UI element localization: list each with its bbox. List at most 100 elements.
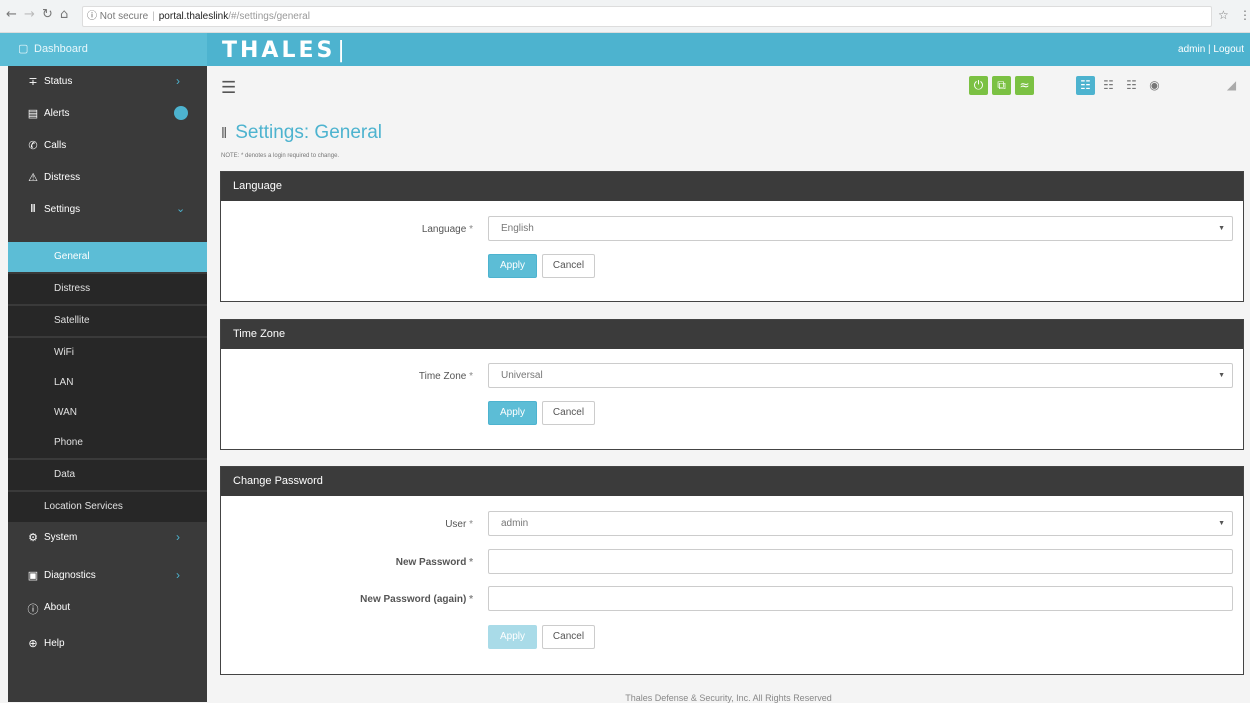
sidebar-item-calls[interactable]: ✆ Calls [8, 130, 207, 162]
sidebar: ∓ Status › ▤ Alerts ✆ Calls ⚠ Distress ‖… [8, 66, 207, 702]
password-apply-button[interactable]: Apply [488, 625, 537, 649]
user-label: User * [303, 519, 473, 530]
dashboard-link[interactable]: ▢ Dashboard [0, 33, 207, 66]
chevron-right-icon: › [176, 530, 180, 544]
sidebar-item-label: Distress [44, 172, 81, 183]
password-cancel-button[interactable]: Cancel [542, 625, 595, 649]
signal-strength-icon: ◢ [1226, 78, 1237, 92]
dashboard-label: Dashboard [34, 43, 88, 55]
chevron-right-icon: › [176, 74, 180, 88]
bookmark-star-icon[interactable]: ☆ [1218, 8, 1229, 22]
sidebar-item-help[interactable]: ⊕ Help [8, 628, 207, 660]
columns-icon: ‖ [30, 203, 36, 215]
language-label-text: Language [421, 224, 467, 235]
phone-icon: ✆ [28, 140, 38, 152]
caret-down-icon: ▼ [1218, 372, 1225, 379]
timezone-select[interactable]: Universal ▼ [488, 363, 1233, 388]
language-apply-button[interactable]: Apply [488, 254, 537, 278]
new-password-again-label: New Password (again) * [303, 594, 473, 605]
globe-status-icon[interactable]: ◉ [1145, 76, 1164, 95]
toolbox-icon: ▣ [27, 570, 39, 582]
sidebar-subitem-lan[interactable]: LAN [8, 368, 207, 398]
language-panel: Language Language * English ▼ Apply Canc… [220, 171, 1244, 302]
sidebar-item-status[interactable]: ∓ Status › [8, 66, 207, 98]
reload-icon[interactable]: ↻ [42, 7, 53, 22]
sidebar-subitem-label: General [54, 251, 90, 262]
forward-icon[interactable]: → [24, 7, 35, 22]
sidebar-subitem-label: Location Services [44, 501, 123, 512]
timezone-cancel-button[interactable]: Cancel [542, 401, 595, 425]
change-password-panel: Change Password User * admin ▼ New Passw… [220, 466, 1244, 675]
sidebar-subitem-label: Satellite [54, 315, 90, 326]
new-password-again-label-text: New Password (again) [360, 594, 467, 605]
required-mark: * [469, 371, 473, 382]
columns-icon: ‖ [221, 125, 228, 142]
language-cancel-button[interactable]: Cancel [542, 254, 595, 278]
sidebar-subitem-wan[interactable]: WAN [8, 398, 207, 428]
timezone-value: Universal [501, 370, 543, 381]
new-password-label: New Password * [303, 557, 473, 568]
panel-heading: Time Zone [221, 320, 1243, 349]
lan-status-icon[interactable]: ☷ [1099, 76, 1118, 95]
chevron-right-icon: › [176, 568, 180, 582]
sidebar-subitem-satellite[interactable]: Satellite [8, 306, 207, 336]
address-bar[interactable]: ⓘ Not secure | portal.thaleslink/#/setting… [82, 6, 1212, 27]
warning-icon: ⚠ [28, 172, 38, 184]
sidebar-item-label: Alerts [44, 108, 70, 119]
language-value: English [501, 223, 534, 234]
browser-menu-icon[interactable]: ⋮ [1239, 8, 1250, 22]
wifi-status-icon[interactable]: ≈ [1015, 76, 1034, 95]
sidebar-item-label: Help [44, 638, 65, 649]
page-title: ‖ Settings: General [221, 122, 382, 144]
sidebar-subitem-location-services[interactable]: Location Services [8, 492, 207, 522]
bar-chart-icon: ∓ [28, 76, 38, 88]
new-password-label-text: New Password [395, 557, 467, 568]
sidebar-subitem-wifi[interactable]: WiFi [8, 338, 207, 368]
user-logout-links[interactable]: admin | Logout [1178, 33, 1244, 66]
hamburger-menu-icon[interactable]: ☰ [221, 78, 236, 98]
sidebar-item-distress[interactable]: ⚠ Distress [8, 162, 207, 194]
page-note: NOTE: * denotes a login required to chan… [221, 153, 340, 159]
caret-down-icon: ▼ [1218, 225, 1225, 232]
sidebar-subitem-data[interactable]: Data [8, 460, 207, 490]
sidebar-item-label: Diagnostics [44, 570, 96, 581]
network-status-icon[interactable]: ☷ [1076, 76, 1095, 95]
new-password-again-field[interactable] [488, 586, 1233, 611]
new-password-field[interactable] [488, 549, 1233, 574]
sidebar-subitem-distress[interactable]: Distress [8, 274, 207, 304]
thales-logo: THALES| [222, 38, 348, 63]
sidebar-item-system[interactable]: ⚙ System › [8, 522, 207, 554]
required-mark: * [469, 557, 473, 568]
user-value: admin [501, 518, 529, 529]
timezone-label-text: Time Zone [418, 371, 467, 382]
sidebar-subitem-label: LAN [54, 377, 74, 388]
calendar-icon: ▤ [27, 108, 39, 120]
info-icon: ⓘ [27, 604, 39, 616]
sidebar-subitem-phone[interactable]: Phone [8, 428, 207, 458]
timezone-apply-button[interactable]: Apply [488, 401, 537, 425]
monitor-icon: ▢ [18, 43, 29, 55]
required-mark: * [469, 224, 473, 235]
power-status-icon[interactable]: ⏻ [969, 76, 988, 95]
back-icon[interactable]: ← [6, 7, 17, 22]
sidebar-item-label: System [44, 532, 78, 543]
sidebar-item-alerts[interactable]: ▤ Alerts [8, 98, 207, 130]
wan-status-icon[interactable]: ☷ [1122, 76, 1141, 95]
not-secure-label: Not secure [99, 11, 149, 22]
satellite-status-icon[interactable]: ⧉ [992, 76, 1011, 95]
lifebuoy-icon: ⊕ [28, 638, 38, 650]
sidebar-item-about[interactable]: ⓘ About [8, 592, 207, 624]
sidebar-subitem-general[interactable]: General [8, 242, 207, 272]
sidebar-subitem-label: WiFi [54, 347, 74, 358]
sidebar-item-label: Settings [44, 204, 81, 215]
home-icon[interactable]: ⌂ [60, 7, 68, 22]
gear-icon: ⚙ [28, 532, 38, 544]
sidebar-item-diagnostics[interactable]: ▣ Diagnostics › [8, 560, 207, 592]
sidebar-subitem-label: Data [54, 469, 76, 480]
user-select[interactable]: admin ▼ [488, 511, 1233, 536]
sidebar-item-label: Calls [44, 140, 67, 151]
info-icon: ⓘ [87, 11, 97, 22]
alerts-badge [174, 106, 188, 120]
language-select[interactable]: English ▼ [488, 216, 1233, 241]
sidebar-item-settings[interactable]: ‖ Settings ⌄ [8, 194, 207, 226]
